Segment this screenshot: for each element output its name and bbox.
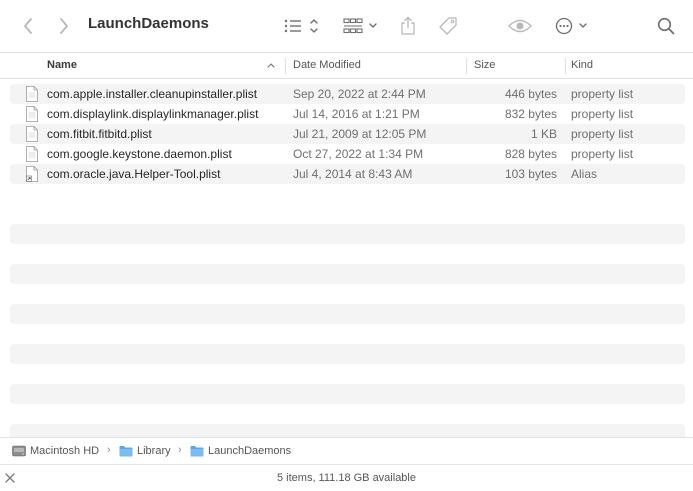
file-name: com.oracle.java.Helper-Tool.plist [47,167,221,181]
tag-icon [439,17,457,35]
file-size: 828 bytes [504,147,557,161]
forward-button[interactable] [54,12,74,40]
share-button[interactable] [398,12,418,40]
chevron-left-icon [24,18,32,34]
file-date-modified: Sep 20, 2022 at 2:44 PM [293,87,426,101]
plist-file-icon [26,126,38,142]
more-actions-icon [555,17,587,35]
column-divider[interactable] [285,58,286,74]
file-kind: Alias [571,167,598,181]
file-size: 832 bytes [504,107,557,121]
file-kind: property list [571,107,634,121]
file-date-modified: Jul 4, 2014 at 8:43 AM [293,167,413,181]
window-title: LaunchDaemons [88,15,209,32]
column-divider[interactable] [565,58,566,74]
file-size: 1 KB [530,127,557,141]
file-size: 103 bytes [504,167,557,181]
hard-drive-icon [12,445,26,457]
file-kind: property list [571,127,634,141]
search-icon [657,17,675,35]
folder-icon [119,446,133,457]
file-name: com.apple.installer.cleanupinstaller.pli… [47,87,258,101]
share-icon [401,16,415,35]
plist-file-icon [26,146,38,162]
file-row[interactable]: com.fitbit.fitbitd.plist Jul 21, 2009 at… [10,124,685,144]
path-separator: › [178,444,182,456]
quicklook-eye-icon [508,19,532,33]
group-by-button[interactable] [343,12,379,40]
file-size: 446 bytes [504,87,557,101]
file-kind: property list [571,147,634,161]
status-bar: 5 items, 111.18 GB available [0,464,693,491]
path-crumb-label: Macintosh HD [30,445,100,457]
column-header-date[interactable]: Date Modified [293,53,361,79]
sort-ascending-icon [267,63,275,68]
column-header-kind[interactable]: Kind [571,53,593,79]
plist-file-icon [26,106,38,122]
file-row[interactable]: com.google.keystone.daemon.plist Oct 27,… [10,144,685,164]
chevron-right-icon [60,18,68,34]
empty-row [10,224,685,244]
view-mode-list-button[interactable] [283,12,321,40]
more-actions-button[interactable] [554,12,590,40]
path-crumb-library[interactable]: Library [119,443,171,459]
path-crumb-macintosh-hd[interactable]: Macintosh HD [12,443,99,459]
status-text: 5 items, 111.18 GB available [276,472,416,484]
file-row[interactable]: com.displaylink.displaylinkmanager.plist… [10,104,685,124]
finder-window: LaunchDaemons Name Date Modified Size Ki… [0,0,693,491]
empty-row [10,344,685,364]
file-date-modified: Jul 14, 2016 at 1:21 PM [293,107,420,121]
column-header-size[interactable]: Size [474,53,495,79]
plist-file-icon [26,86,38,102]
path-crumb-label: Library [137,445,171,457]
quicklook-button[interactable] [507,12,533,40]
list-view-icon [284,19,318,33]
file-date-modified: Jul 21, 2009 at 12:05 PM [293,127,427,141]
back-button[interactable] [18,12,38,40]
empty-row [10,264,685,284]
folder-icon [190,446,204,457]
file-kind: property list [571,87,634,101]
column-header-name[interactable]: Name [47,53,77,79]
file-row[interactable]: com.oracle.java.Helper-Tool.plist Jul 4,… [10,164,685,184]
tag-button[interactable] [437,12,459,40]
search-button[interactable] [656,12,676,40]
alias-file-icon [26,166,38,182]
column-header-bar: Name Date Modified Size Kind [0,52,693,79]
empty-row [10,304,685,324]
path-bar: Macintosh HD › Library › LaunchDaemons [0,437,693,463]
toolbar: LaunchDaemons [0,0,693,52]
empty-row [10,384,685,404]
file-name: com.google.keystone.daemon.plist [47,147,232,161]
file-date-modified: Oct 27, 2022 at 1:34 PM [293,147,424,161]
file-name: com.displaylink.displaylinkmanager.plist [47,107,259,121]
grid-view-icon [343,18,377,34]
file-row[interactable]: com.apple.installer.cleanupinstaller.pli… [10,84,685,104]
path-crumb-label: LaunchDaemons [208,445,292,457]
column-divider[interactable] [466,58,467,74]
path-separator: › [107,444,111,456]
file-name: com.fitbit.fitbitd.plist [47,127,152,141]
path-crumb-launchdaemons[interactable]: LaunchDaemons [190,443,291,459]
